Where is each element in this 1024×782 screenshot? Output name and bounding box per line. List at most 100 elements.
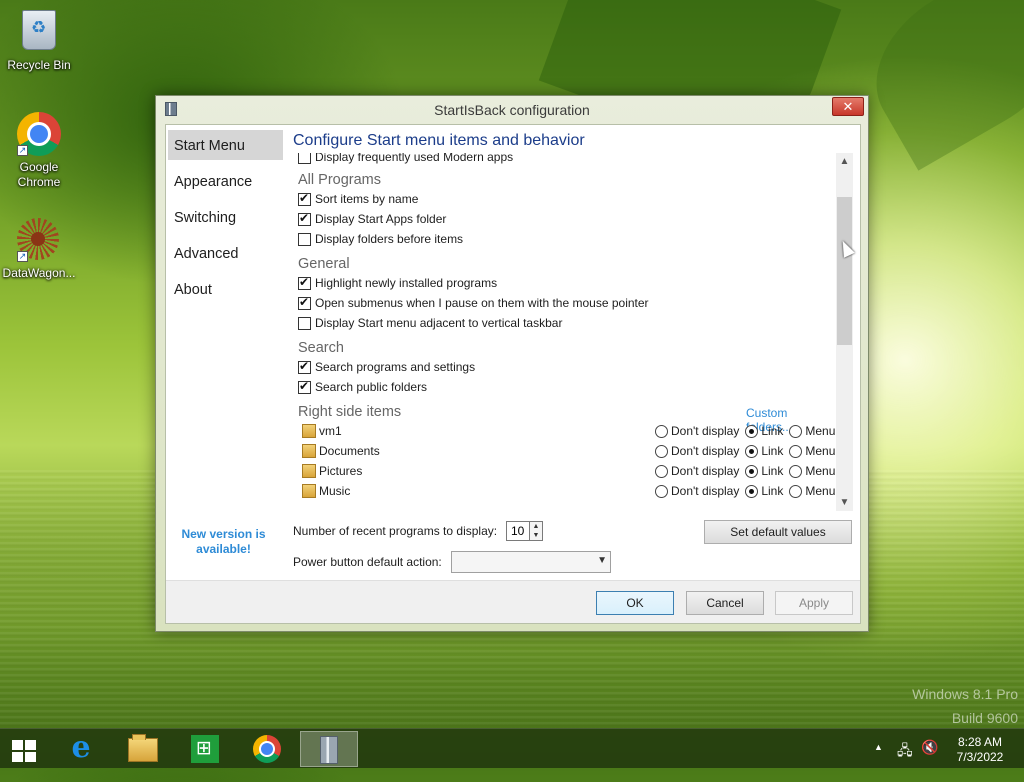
show-hidden-icons[interactable]: ▲	[874, 742, 883, 782]
desktop-icon-recycle-bin[interactable]: Recycle Bin	[1, 8, 77, 73]
option-display-folders-before-items[interactable]: Display folders before items	[298, 232, 463, 250]
radio-dont-display[interactable]	[655, 445, 668, 458]
taskbar-internet-explorer[interactable]: e	[52, 731, 110, 767]
radio-label: Link	[761, 444, 784, 458]
checkbox[interactable]	[298, 359, 311, 374]
options-scrollbar[interactable]: ▲ ▼	[836, 153, 853, 511]
right-item-label: vm1	[319, 424, 342, 438]
taskbar-startisback[interactable]	[300, 731, 358, 767]
option-highlight-new-programs[interactable]: Highlight newly installed programs	[298, 275, 497, 294]
recycle-bin-icon	[17, 10, 61, 54]
option-search-programs-settings[interactable]: Search programs and settings	[298, 359, 475, 378]
chrome-icon	[253, 735, 281, 763]
power-button-dropdown[interactable]: ▼	[451, 551, 611, 573]
radio-dont-display[interactable]	[655, 465, 668, 478]
windows-watermark-line1: Windows 8.1 Pro	[912, 686, 1018, 702]
nav-item-about[interactable]: About	[168, 274, 283, 304]
taskbar-file-explorer[interactable]	[114, 731, 172, 767]
radio-menu[interactable]	[789, 465, 803, 478]
option-sort-items-by-name[interactable]: Sort items by name	[298, 191, 419, 210]
scroll-up-icon[interactable]: ▲	[836, 153, 853, 170]
taskbar-clock[interactable]: 8:28 AM 7/3/2022	[940, 735, 1020, 765]
option-label: Sort items by name	[315, 192, 419, 206]
display-mode-radios: Don't display Link Menu	[655, 444, 835, 458]
apply-button[interactable]: Apply	[775, 591, 853, 615]
radio-label: Menu	[805, 464, 835, 478]
right-item-documents: Documents Don't display Link Menu	[302, 444, 835, 462]
taskbar-chrome[interactable]	[238, 731, 296, 767]
right-item-label: Pictures	[319, 464, 363, 478]
group-label-right-side-items: Right side items	[298, 404, 402, 420]
radio-label: Don't display	[671, 464, 740, 478]
checkbox[interactable]	[298, 275, 311, 290]
scroll-thumb[interactable]	[837, 197, 852, 345]
radio-link[interactable]	[745, 485, 759, 498]
radio-link[interactable]	[745, 425, 759, 438]
scroll-down-icon[interactable]: ▼	[836, 494, 853, 511]
option-start-menu-adjacent-vertical-taskbar[interactable]: Display Start menu adjacent to vertical …	[298, 316, 562, 334]
volume-muted-icon[interactable]: 🔇	[921, 739, 938, 779]
desktop-icon-google-chrome[interactable]: ↗ Google Chrome	[1, 112, 77, 190]
right-item-label: Documents	[319, 444, 380, 458]
nav-item-appearance[interactable]: Appearance	[168, 166, 283, 196]
option-label: Search public folders	[315, 380, 428, 394]
title-bar[interactable]: StartIsBack configuration ✕	[156, 96, 868, 124]
user-folder-icon	[302, 424, 316, 438]
option-display-start-apps-folder[interactable]: Display Start Apps folder	[298, 211, 446, 230]
page-heading: Configure Start menu items and behavior	[293, 132, 585, 149]
cancel-button[interactable]: Cancel	[686, 591, 764, 615]
checkbox[interactable]	[298, 211, 311, 226]
radio-menu[interactable]	[789, 445, 803, 458]
radio-label: Menu	[805, 424, 835, 438]
start-button[interactable]	[0, 731, 50, 767]
recent-programs-stepper[interactable]: 10 ▲ ▼	[506, 521, 543, 541]
options-list[interactable]: Display frequently used Modern apps All …	[292, 153, 835, 511]
group-label-general: General	[298, 256, 350, 272]
checkbox[interactable]	[298, 317, 311, 330]
checkbox[interactable]	[298, 191, 311, 206]
radio-label: Don't display	[671, 424, 740, 438]
network-icon[interactable]: 🖧	[897, 740, 913, 780]
spinner-arrows-icon[interactable]: ▲ ▼	[530, 521, 543, 541]
option-label: Open submenus when I pause on them with …	[315, 296, 649, 310]
display-mode-radios: Don't display Link Menu	[655, 424, 835, 438]
right-item-vm1: vm1 Don't display Link Menu	[302, 424, 835, 442]
radio-menu[interactable]	[789, 425, 803, 438]
startisback-config-window: StartIsBack configuration ✕ Start Menu A…	[155, 95, 869, 632]
radio-link[interactable]	[745, 465, 759, 478]
radio-menu[interactable]	[789, 485, 803, 498]
clock-date: 7/3/2022	[956, 750, 1004, 764]
option-search-public-folders[interactable]: Search public folders	[298, 379, 428, 398]
pictures-folder-icon	[302, 464, 316, 478]
radio-link[interactable]	[745, 445, 759, 458]
radio-label: Link	[761, 484, 784, 498]
checkbox[interactable]	[298, 233, 311, 246]
radio-dont-display[interactable]	[655, 425, 668, 438]
chevron-down-icon: ▼	[597, 555, 607, 566]
radio-dont-display[interactable]	[655, 485, 668, 498]
power-button-label: Power button default action:	[293, 555, 442, 569]
nav-item-start-menu[interactable]: Start Menu	[168, 130, 283, 160]
nav-item-advanced[interactable]: Advanced	[168, 238, 283, 268]
desktop-icon-label: DataWagon...	[2, 266, 76, 280]
checkbox[interactable]	[298, 153, 311, 164]
radio-label: Link	[761, 464, 784, 478]
new-version-link[interactable]: New version is available!	[176, 527, 271, 557]
close-button[interactable]: ✕	[832, 97, 864, 116]
internet-explorer-icon: e	[71, 730, 91, 765]
taskbar-store[interactable]	[176, 731, 234, 767]
desktop-icon-datawagon[interactable]: ↗ DataWagon...	[1, 218, 77, 281]
option-label: Display frequently used Modern apps	[315, 153, 514, 164]
option-display-frequent-modern-apps[interactable]: Display frequently used Modern apps	[298, 153, 513, 168]
clock-time: 8:28 AM	[957, 735, 1003, 749]
option-open-submenus-on-pause[interactable]: Open submenus when I pause on them with …	[298, 295, 649, 314]
set-default-values-button[interactable]: Set default values	[704, 520, 852, 544]
display-mode-radios: Don't display Link Menu	[655, 484, 835, 498]
nav-item-switching[interactable]: Switching	[168, 202, 283, 232]
ok-button[interactable]: OK	[596, 591, 674, 615]
checkbox[interactable]	[298, 379, 311, 394]
checkbox[interactable]	[298, 295, 311, 310]
radio-label: Menu	[805, 484, 835, 498]
wallpaper-leaf	[848, 0, 1024, 171]
recent-programs-input[interactable]: 10	[506, 521, 530, 541]
